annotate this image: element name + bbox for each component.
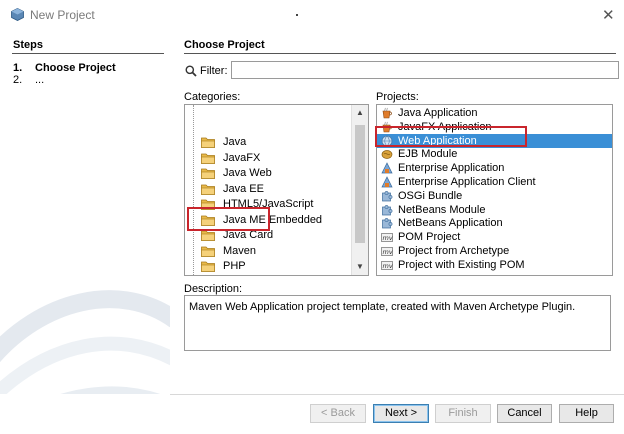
project-item[interactable]: Java Application: [377, 106, 612, 120]
search-icon: [185, 65, 197, 77]
category-label: Maven: [223, 244, 257, 257]
project-label: POM Project: [398, 231, 461, 244]
description-label: Description:: [184, 283, 243, 295]
svg-text:mvn: mvn: [383, 248, 394, 256]
projects-label: Projects:: [376, 91, 419, 103]
project-type-icon: mvn: [381, 247, 394, 256]
project-item[interactable]: mvn POM Project: [377, 230, 612, 244]
categories-scrollbar[interactable]: ▲ ▼: [351, 105, 368, 275]
project-type-icon: [381, 176, 393, 188]
close-icon[interactable]: ✕: [602, 6, 615, 24]
title-bar: New Project ✕: [0, 0, 624, 30]
project-item[interactable]: NetBeans Application: [377, 216, 612, 230]
project-label: Enterprise Application: [398, 162, 505, 175]
panel-divider: [184, 53, 616, 54]
category-label: PHP: [223, 260, 246, 272]
project-type-icon: mvn: [381, 233, 394, 242]
scroll-thumb[interactable]: [355, 125, 365, 243]
project-label: NetBeans Application: [398, 217, 503, 230]
step-item-1: 1. Choose Project: [13, 62, 116, 74]
folder-icon: [201, 153, 215, 164]
category-label: Groovy: [223, 274, 258, 276]
project-type-icon: [381, 150, 393, 160]
project-type-icon: [382, 204, 393, 215]
svg-text:mvn: mvn: [383, 262, 394, 270]
category-label: Java: [223, 136, 247, 148]
description-box: Maven Web Application project template, …: [184, 295, 611, 351]
window-title: New Project: [30, 8, 95, 22]
help-button[interactable]: Help: [559, 404, 614, 423]
folder-icon: [201, 168, 215, 179]
web-application-highlight-box: [375, 126, 527, 147]
steps-divider: [12, 53, 164, 54]
footer-divider: [170, 394, 624, 395]
category-label: Java Web: [223, 167, 272, 179]
folder-icon: [201, 261, 215, 272]
folder-icon: [201, 184, 215, 195]
categories-tree[interactable]: Java JavaFX Java Web Java EE HTML5/JavaScrip…: [184, 104, 369, 276]
steps-panel: Steps 1. Choose Project 2....: [0, 30, 170, 434]
project-type-icon: [382, 218, 393, 229]
svg-text:mvn: mvn: [383, 234, 394, 242]
project-item[interactable]: mvn Project with Existing POM: [377, 258, 612, 272]
scroll-down-icon[interactable]: ▼: [355, 261, 365, 273]
project-type-icon: [381, 162, 393, 174]
project-type-icon: [382, 107, 392, 119]
categories-label: Categories:: [184, 91, 241, 103]
project-item[interactable]: Enterprise Application Client: [377, 175, 612, 189]
project-item[interactable]: OSGi Bundle: [377, 189, 612, 203]
project-label: EJB Module: [398, 148, 458, 161]
filter-label: Filter:: [200, 65, 228, 77]
dot: [296, 14, 298, 16]
project-type-icon: [382, 190, 393, 202]
category-label: JavaFX: [223, 151, 261, 164]
folder-icon: [201, 276, 215, 277]
project-item[interactable]: mvn Project from Archetype: [377, 244, 612, 258]
category-label: Java EE: [223, 182, 264, 195]
finish-button[interactable]: Finish: [435, 404, 491, 423]
panel-title: Choose Project: [184, 39, 265, 51]
project-label: NetBeans Module: [398, 203, 486, 216]
project-label: OSGi Bundle: [398, 189, 463, 202]
project-label: Project from Archetype: [398, 245, 510, 257]
tree-connector: [193, 105, 195, 275]
project-item[interactable]: Enterprise Application: [377, 161, 612, 175]
project-type-icon: mvn: [381, 260, 394, 270]
back-button[interactable]: < Back: [310, 404, 366, 423]
steps-title: Steps: [13, 39, 43, 51]
folder-icon: [201, 246, 215, 257]
project-label: Project with Existing POM: [398, 258, 525, 271]
netbeans-icon: [11, 8, 24, 21]
choose-project-panel: Choose Project Filter: Categories: Proje…: [176, 30, 624, 394]
scroll-up-icon[interactable]: ▲: [355, 107, 365, 119]
next-button[interactable]: Next >: [373, 404, 429, 423]
folder-icon: [201, 137, 215, 148]
project-item[interactable]: EJB Module: [377, 147, 612, 161]
project-label: Java Application: [398, 107, 478, 119]
maven-highlight-box: [187, 207, 270, 231]
filter-input[interactable]: [231, 61, 619, 79]
project-item[interactable]: NetBeans Module: [377, 203, 612, 217]
button-bar: < Back Next > Finish Cancel Help: [0, 394, 624, 434]
project-label: Enterprise Application Client: [398, 176, 536, 188]
step-item-2: 2....: [13, 74, 45, 86]
cancel-button[interactable]: Cancel: [497, 404, 552, 423]
